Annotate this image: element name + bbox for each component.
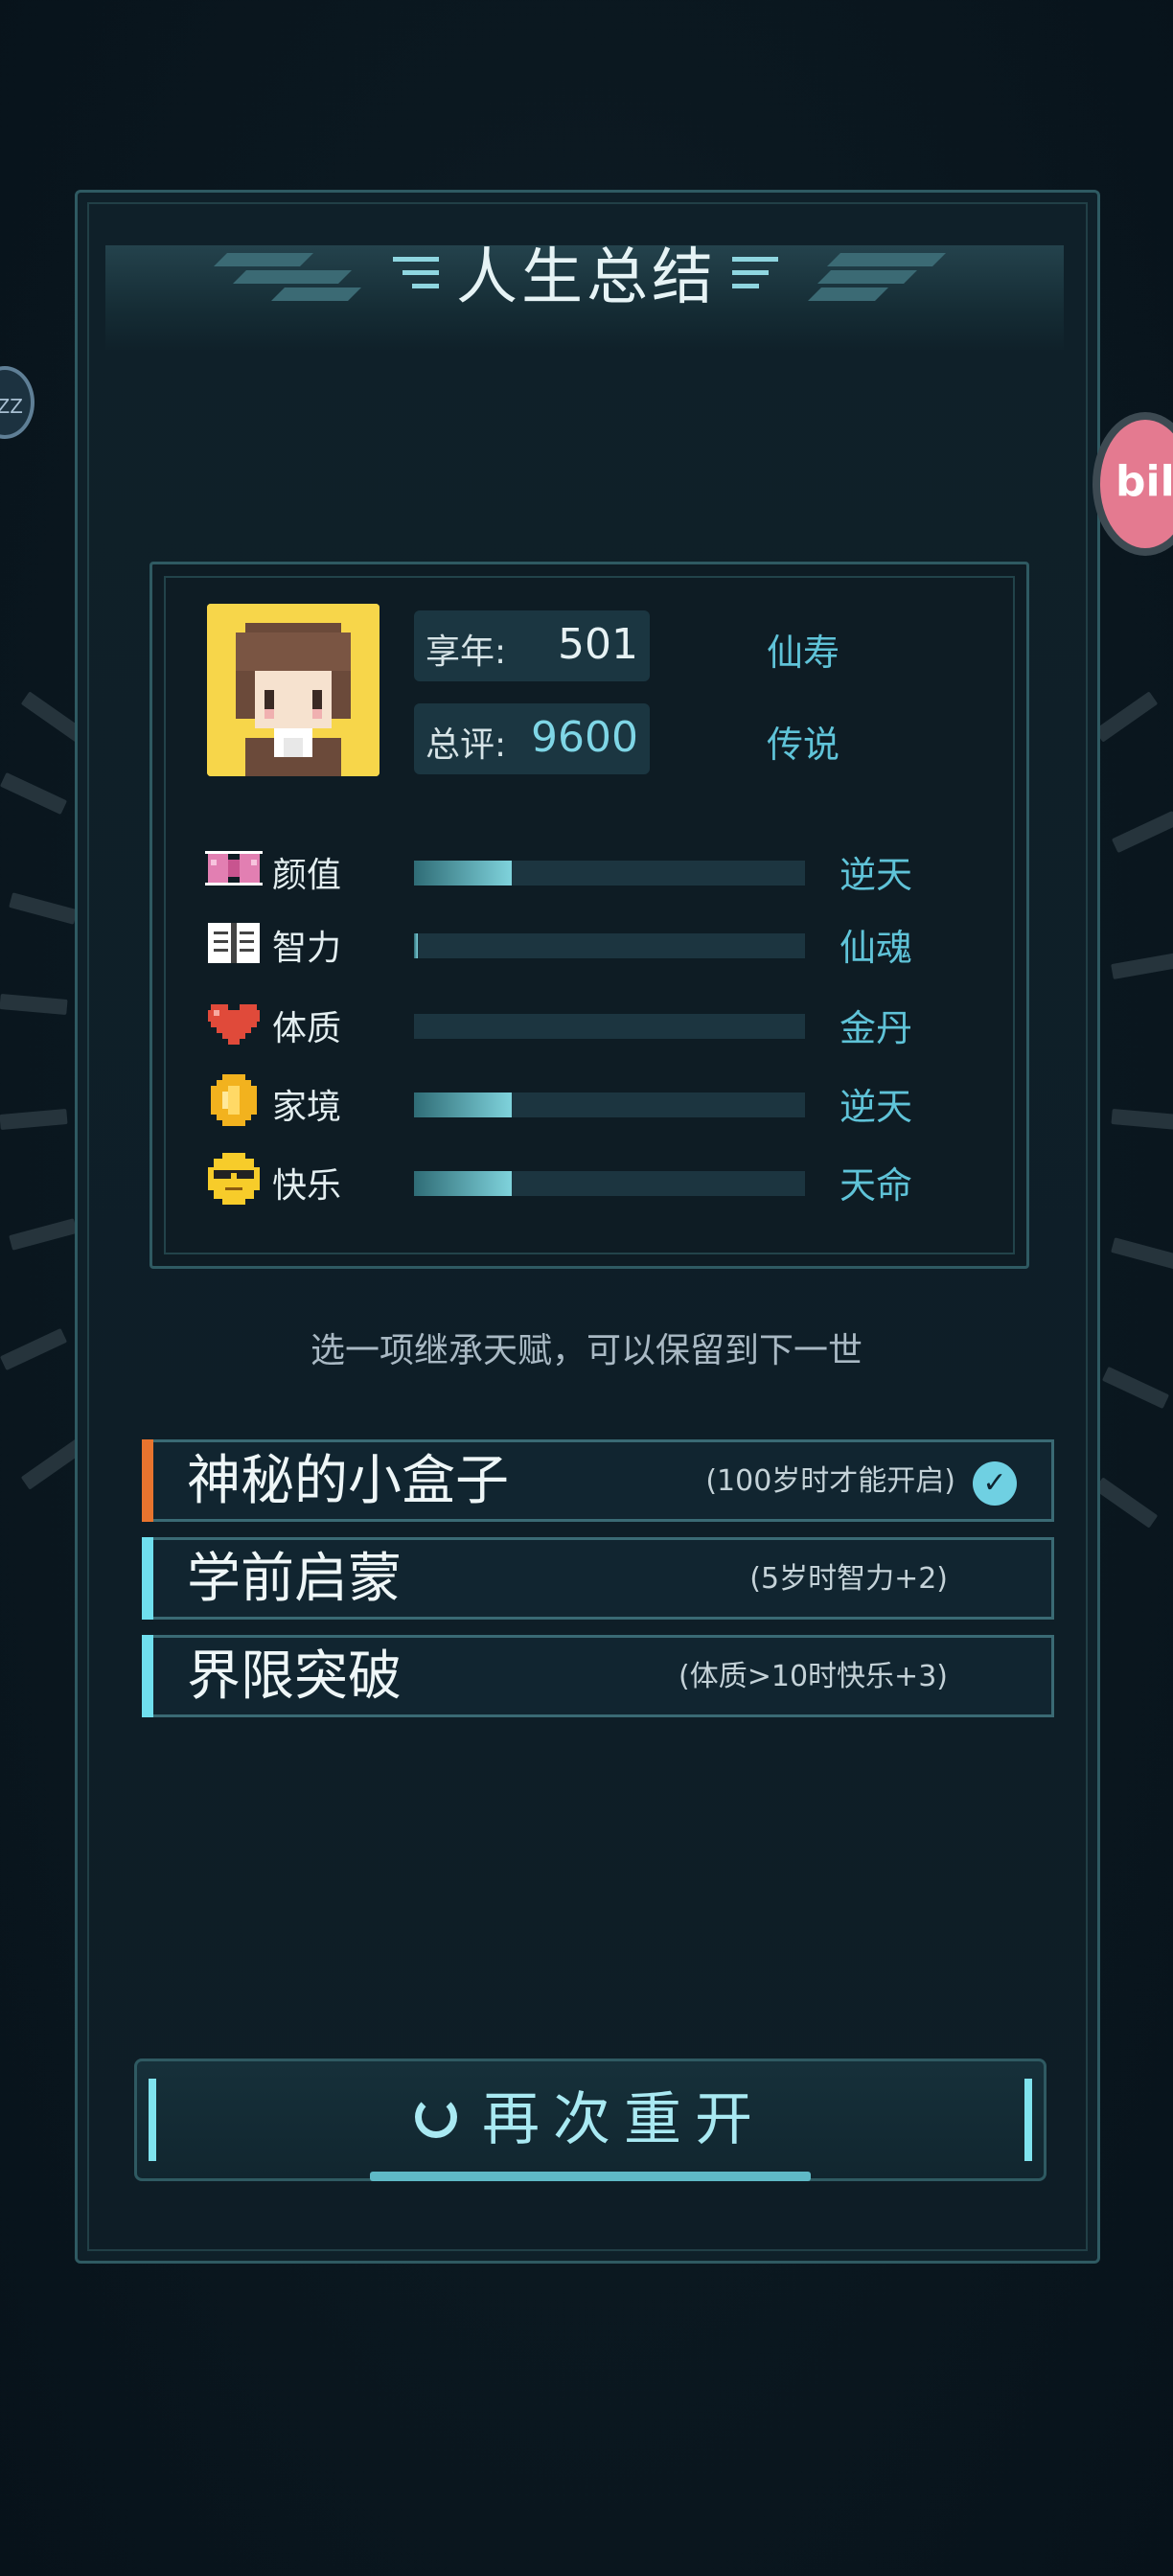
score-value: 9600: [531, 713, 638, 762]
stat-bar: [414, 933, 805, 958]
stat-bar: [414, 1092, 805, 1117]
bilibili-floating-button[interactable]: bili: [1092, 412, 1173, 556]
stat-rank: 逆天: [840, 854, 913, 896]
stat-row-constitution: 体质 金丹: [0, 993, 1173, 1056]
restart-label: 再次重开: [482, 2086, 766, 2153]
inherit-hint: 选一项继承天赋，可以保留到下一世: [310, 1331, 862, 1370]
stat-rank: 逆天: [840, 1086, 913, 1128]
score-label: 总评:: [426, 725, 507, 765]
talent-option-preschool[interactable]: 学前启蒙 (5岁时智力+2): [142, 1537, 1054, 1620]
talent-accent: [142, 1635, 153, 1717]
talent-desc: (体质>10时快乐+3): [678, 1660, 948, 1693]
stat-bar-fill: [414, 861, 512, 886]
sunglasses-face-icon: [208, 1153, 260, 1205]
stat-row-family: 家境 逆天: [0, 1071, 1173, 1135]
selected-check-icon: ✓: [973, 1461, 1017, 1506]
restart-underline: [370, 2172, 811, 2181]
bow-icon: [205, 851, 263, 886]
stat-rank: 天命: [840, 1164, 913, 1207]
heart-icon: [208, 1004, 260, 1045]
talent-option-mystery-box[interactable]: 神秘的小盒子 (100岁时才能开启) ✓: [142, 1439, 1054, 1522]
avatar: [207, 604, 380, 776]
stat-name: 家境: [272, 1088, 342, 1127]
age-pill: 享年: 501: [414, 610, 650, 681]
score-rank: 传说: [767, 724, 840, 766]
stat-name: 快乐: [272, 1166, 342, 1206]
score-pill: 总评: 9600: [414, 703, 650, 774]
stat-bar-fill: [414, 1171, 512, 1196]
pixel-character-icon: [207, 604, 380, 776]
stat-bar: [414, 1014, 805, 1039]
stat-name: 智力: [272, 929, 342, 968]
stat-row-intelligence: 智力 仙魂: [0, 914, 1173, 978]
talent-desc: (5岁时智力+2): [749, 1562, 948, 1596]
stat-bar-fill: [414, 933, 419, 958]
talent-option-breakthrough[interactable]: 界限突破 (体质>10时快乐+3): [142, 1635, 1054, 1717]
stat-bar-fill: [414, 1092, 512, 1117]
page-title: 人生总结: [456, 242, 717, 313]
age-value: 501: [558, 620, 638, 669]
stat-name: 体质: [272, 1009, 342, 1048]
talent-accent: [142, 1537, 153, 1620]
age-label: 享年:: [426, 632, 507, 672]
stat-bar: [414, 861, 805, 886]
stat-rank: 金丹: [840, 1007, 913, 1049]
restart-button[interactable]: 再次重开: [134, 2058, 1046, 2181]
coin-icon: [211, 1074, 257, 1126]
age-rank: 仙寿: [767, 632, 840, 674]
stat-rank: 仙魂: [840, 927, 913, 969]
talent-accent: [142, 1439, 153, 1522]
stat-bar: [414, 1171, 805, 1196]
talent-name: 界限突破: [187, 1645, 402, 1708]
floating-side-button-left[interactable]: ZZ: [0, 366, 34, 439]
talent-name: 学前启蒙: [187, 1548, 402, 1610]
book-icon: [208, 923, 260, 963]
stat-row-happiness: 快乐 天命: [0, 1150, 1173, 1213]
stat-name: 颜值: [272, 856, 342, 895]
stat-row-appearance: 颜值 逆天: [0, 840, 1173, 903]
refresh-icon: [415, 2096, 457, 2139]
talent-desc: (100岁时才能开启): [705, 1464, 955, 1498]
talent-name: 神秘的小盒子: [187, 1450, 509, 1512]
